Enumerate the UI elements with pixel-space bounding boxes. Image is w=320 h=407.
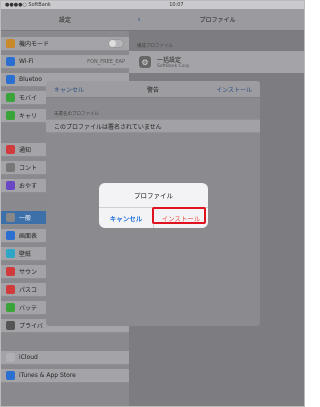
settings-row-label: おやす [19, 183, 38, 190]
settings-row-label: キャリ [19, 113, 38, 120]
profile-sub: SoftBank Corp. [157, 64, 191, 69]
back-button[interactable]: ‹ [129, 15, 149, 25]
ipad-screen: ●●●●○ SoftBank 10:07 設定 機内モード Wi-Fi FON_FR… [0, 0, 305, 407]
alert-title: プロファイル [134, 192, 173, 200]
settings-row-icon [6, 213, 15, 222]
settings-row[interactable]: Wi-Fi FON_FREE_EAP [1, 55, 129, 69]
settings-row-label: プライバ [19, 323, 43, 330]
settings-row-label: サウン [19, 269, 38, 276]
settings-row-label: 画面表 [19, 233, 38, 240]
settings-row-icon [6, 57, 15, 66]
settings-row-label: 通知 [19, 147, 32, 154]
settings-row-icon [6, 249, 15, 258]
settings-row-label: iCloud [19, 354, 38, 361]
settings-row-icon [6, 145, 15, 154]
settings-row-icon [6, 267, 15, 276]
sheet-nav-bar: キャンセル 警告 インストール [46, 81, 260, 98]
settings-row-icon [6, 231, 15, 240]
settings-row-label: iTunes & App Store [19, 372, 76, 379]
settings-row-icon [6, 321, 15, 330]
profile-pane-title: プロファイル [199, 17, 236, 24]
airplane-mode-toggle[interactable] [108, 39, 124, 48]
carrier-label: ●●●●○ SoftBank [5, 2, 51, 8]
settings-row-label: コント [19, 165, 38, 172]
settings-row-label: モバイ [19, 95, 38, 102]
settings-row-label: 一般 [19, 215, 32, 222]
profile-section-header: 構成プロファイル [137, 44, 173, 49]
settings-row-icon [6, 111, 15, 120]
settings-row-label: Wi-Fi [19, 58, 34, 65]
settings-row-label: 機内モード [19, 41, 50, 48]
settings-row[interactable]: iCloud [1, 351, 129, 365]
sheet-title: 警告 [146, 86, 159, 94]
sheet-cancel-button[interactable]: キャンセル [46, 85, 106, 94]
settings-row-icon [6, 163, 15, 172]
profile-nav-bar: ‹ プロファイル [129, 9, 304, 31]
profile-row[interactable]: ⚙ 一括設定 SoftBank Corp. [129, 51, 304, 73]
settings-row[interactable]: iTunes & App Store [1, 369, 129, 383]
settings-row-icon [6, 93, 15, 102]
install-highlight-box [152, 207, 206, 224]
alert-cancel-button[interactable]: キャンセル [99, 208, 154, 228]
sheet-section-header: 未署名のプロファイル [54, 112, 99, 117]
sheet-message: このプロファイルは署名されていません [46, 119, 260, 133]
settings-row-icon [6, 75, 15, 84]
settings-title: 設定 [1, 9, 129, 31]
settings-row-label: バッテ [19, 305, 38, 312]
settings-row-icon [6, 181, 15, 190]
profile-name: 一括設定 [157, 57, 182, 64]
settings-row-icon [6, 285, 15, 294]
clock: 10:07 [169, 2, 184, 8]
settings-row-icon [6, 303, 15, 312]
gear-icon: ⚙ [139, 56, 151, 68]
settings-row-label: パスコ [19, 287, 38, 294]
sheet-install-button[interactable]: インストール [200, 85, 260, 94]
status-bar: ●●●●○ SoftBank 10:07 [1, 1, 304, 9]
settings-row-label: 壁紙 [19, 251, 32, 258]
settings-row-icon [6, 353, 15, 362]
settings-row-value: FON_FREE_EAP [87, 58, 125, 65]
settings-row-icon [6, 39, 15, 48]
settings-row-label: Bluetoo [19, 76, 42, 83]
settings-row[interactable]: 機内モード [1, 37, 129, 51]
settings-row-icon [6, 371, 15, 380]
